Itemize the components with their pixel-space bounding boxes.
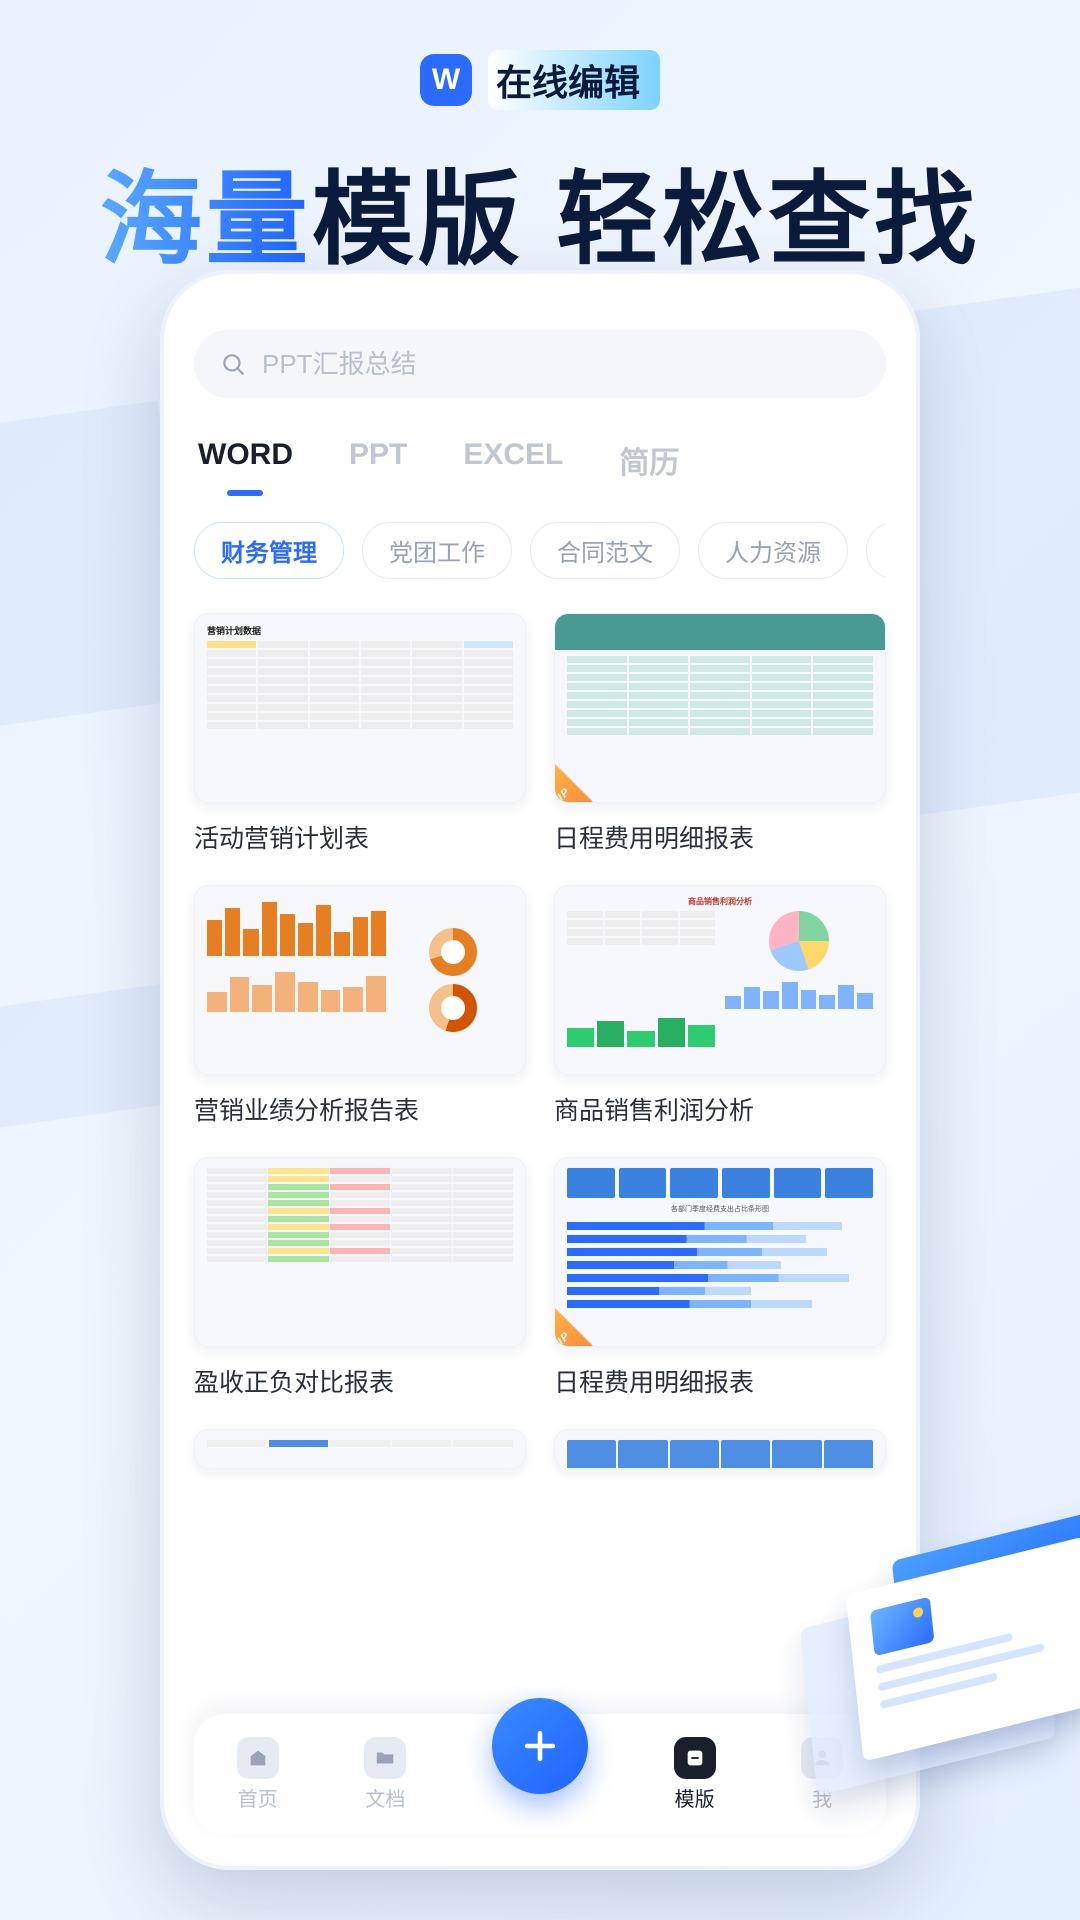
template-title: 日程费用明细报表	[554, 1363, 886, 1399]
nav-profile[interactable]: 我	[801, 1737, 843, 1812]
template-card[interactable]: 营销计划数据 活动营销计划表	[194, 613, 526, 855]
app-tagline: 在线编辑	[488, 50, 660, 110]
nav-docs[interactable]: 文档	[364, 1737, 406, 1812]
template-card[interactable]: 营销业绩分析报告表	[194, 885, 526, 1127]
template-thumb: 商品销售利润分析	[554, 885, 886, 1075]
template-card[interactable]: 商品销售利润分析 商品销售利润分析	[554, 885, 886, 1127]
fab-add-button[interactable]	[492, 1698, 588, 1794]
hero-part2: 模版 轻松查找	[312, 163, 980, 277]
template-thumb: 营销计划数据	[194, 613, 526, 803]
search-icon	[220, 351, 246, 377]
template-grid: 营销计划数据 活动营销计划表	[194, 613, 886, 1469]
template-thumb	[194, 885, 526, 1075]
template-thumb: 各部门季度经费支出占比条形图 VIP	[554, 1157, 886, 1347]
home-icon	[237, 1737, 279, 1779]
chip-contract[interactable]: 合同范文	[530, 522, 680, 579]
tab-word[interactable]: WORD	[198, 438, 293, 496]
template-title: 商品销售利润分析	[554, 1091, 886, 1127]
nav-label: 文档	[365, 1783, 405, 1812]
tab-ppt[interactable]: PPT	[349, 438, 407, 496]
template-card[interactable]: 盈收正负对比报表	[194, 1157, 526, 1399]
category-chips: 财务管理 党团工作 合同范文 人力资源 校	[194, 522, 886, 579]
preview-heading: 商品销售利润分析	[567, 896, 873, 907]
preview-heading: 各部门季度经费支出占比条形图	[567, 1204, 873, 1214]
nav-label: 我	[812, 1783, 832, 1812]
template-title: 活动营销计划表	[194, 819, 526, 855]
bottom-nav: 首页 文档 模版 我	[194, 1714, 886, 1834]
template-thumb	[554, 1429, 886, 1469]
hero-part1: 海量	[100, 163, 312, 277]
vip-badge-icon: VIP	[555, 1308, 593, 1346]
tab-resume[interactable]: 简历	[619, 438, 679, 496]
nav-label: 首页	[238, 1783, 278, 1812]
template-thumb	[194, 1429, 526, 1469]
template-card[interactable]	[554, 1429, 886, 1469]
app-logo-icon: W	[420, 54, 472, 106]
preview-heading: 营销计划数据	[207, 624, 513, 637]
template-thumb: VIP	[554, 613, 886, 803]
template-title: 营销业绩分析报告表	[194, 1091, 526, 1127]
plus-icon	[518, 1724, 562, 1768]
template-title: 盈收正负对比报表	[194, 1363, 526, 1399]
nav-home[interactable]: 首页	[237, 1737, 279, 1812]
template-card[interactable]	[194, 1429, 526, 1469]
template-icon	[674, 1737, 716, 1779]
main-tabs: WORD PPT EXCEL 简历	[198, 438, 882, 496]
chip-hr[interactable]: 人力资源	[698, 522, 848, 579]
nav-templates[interactable]: 模版	[674, 1737, 716, 1812]
app-logo-letter: W	[432, 63, 460, 97]
template-thumb	[194, 1157, 526, 1347]
hero-title: 海量模版 轻松查找	[0, 138, 1080, 285]
nav-label: 模版	[675, 1783, 715, 1812]
template-card[interactable]: VIP 日程费用明细报表	[554, 613, 886, 855]
chip-more[interactable]: 校	[866, 522, 886, 579]
template-card[interactable]: 各部门季度经费支出占比条形图 VIP 日程费用明细报表	[554, 1157, 886, 1399]
chip-party[interactable]: 党团工作	[362, 522, 512, 579]
tab-excel[interactable]: EXCEL	[463, 438, 563, 496]
template-title: 日程费用明细报表	[554, 819, 886, 855]
folder-icon	[364, 1737, 406, 1779]
user-icon	[801, 1737, 843, 1779]
search-bar[interactable]	[194, 330, 886, 398]
chip-finance[interactable]: 财务管理	[194, 522, 344, 579]
search-input[interactable]	[262, 349, 860, 380]
phone-frame: WORD PPT EXCEL 简历 财务管理 党团工作 合同范文 人力资源 校 …	[160, 270, 920, 1870]
